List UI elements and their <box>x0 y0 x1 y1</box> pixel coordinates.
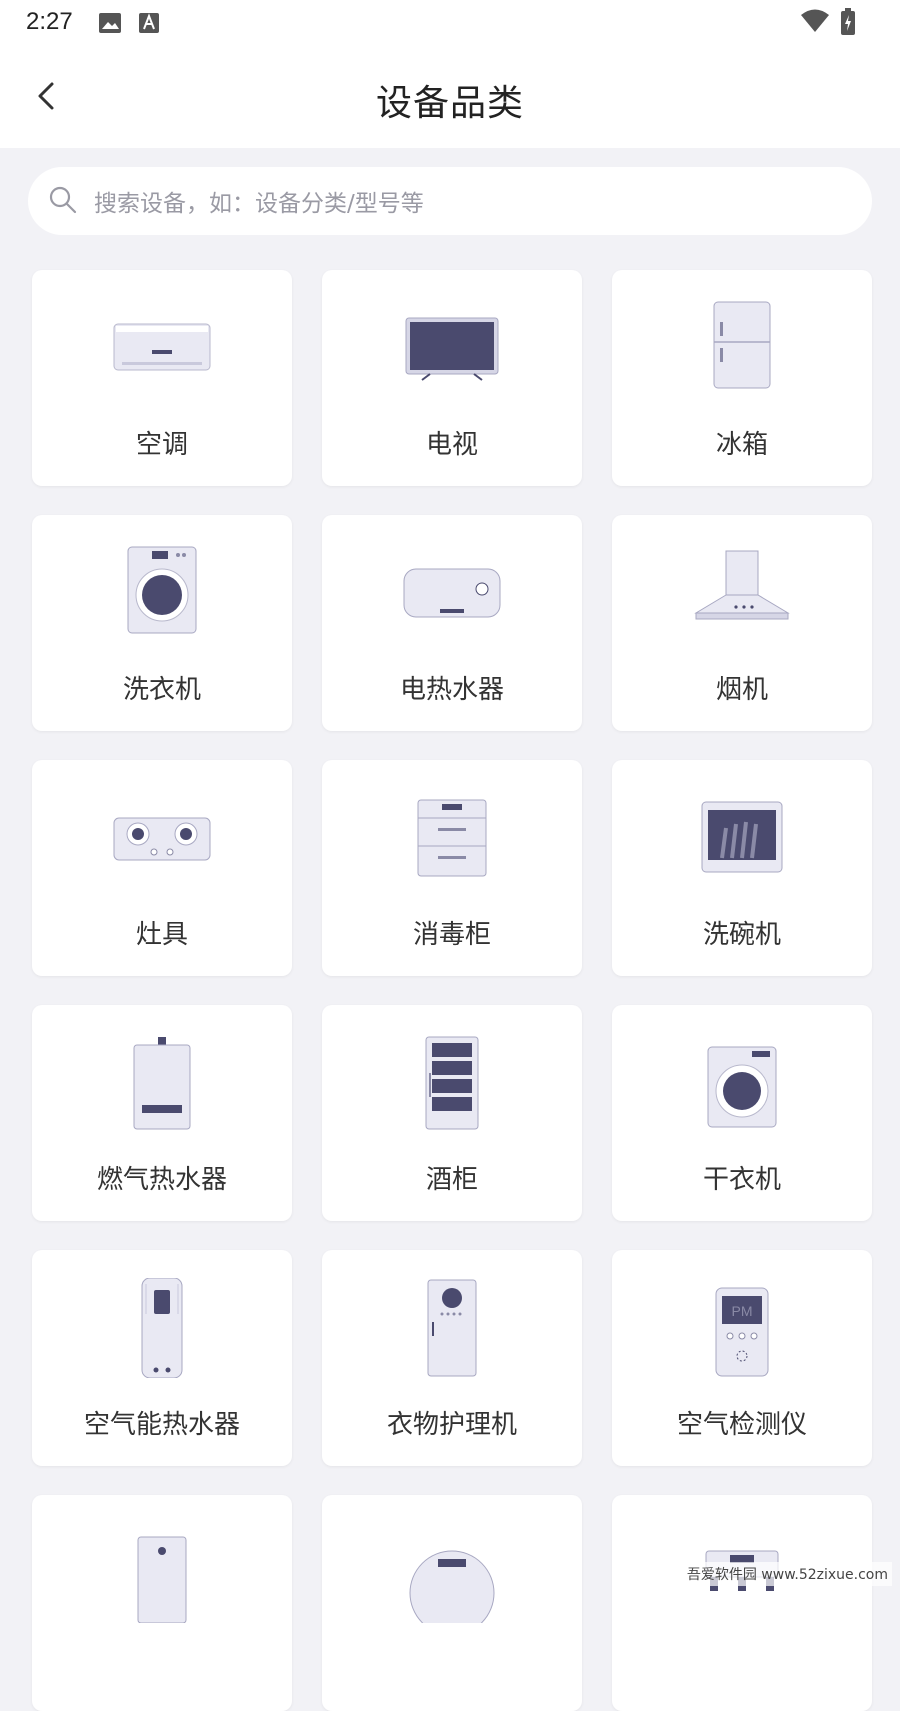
category-card-dishwasher[interactable]: 洗碗机 <box>612 760 872 976</box>
wifi-icon <box>801 9 829 32</box>
category-card-air-energy-water-heater[interactable]: 空气能热水器 <box>32 1250 292 1466</box>
dishwasher-icon <box>701 801 783 873</box>
category-label: 消毒柜 <box>412 920 491 950</box>
fridge-icon <box>713 301 771 389</box>
status-bar: 2:27 <box>0 0 900 48</box>
robot-vacuum-icon <box>409 1550 495 1623</box>
category-label: 空气能热水器 <box>83 1410 240 1440</box>
page-title: 设备品类 <box>375 83 524 124</box>
washing-machine-icon <box>127 546 197 634</box>
battery-icon <box>841 8 855 35</box>
category-card-partial-1[interactable] <box>32 1495 292 1711</box>
air-conditioner-icon <box>113 323 211 371</box>
category-card-tv[interactable]: 电视 <box>322 270 582 486</box>
electric-water-heater-icon <box>403 568 501 618</box>
category-card-partial-2[interactable] <box>322 1495 582 1711</box>
category-label: 电视 <box>425 430 478 460</box>
category-card-dryer[interactable]: 干衣机 <box>612 1005 872 1221</box>
search-placeholder: 搜索设备，如：设备分类/型号等 <box>94 191 424 217</box>
category-label: 洗碗机 <box>702 920 781 950</box>
wine-cabinet-icon <box>425 1036 479 1130</box>
dryer-icon <box>707 1046 777 1128</box>
water-purifier-icon <box>137 1536 187 1623</box>
watermark: 吾爱软件园 www.52zixue.com <box>682 1562 892 1586</box>
category-label: 电热水器 <box>399 675 504 705</box>
category-label: 衣物护理机 <box>386 1410 517 1440</box>
a-notification-icon <box>139 13 159 33</box>
category-label: 烟机 <box>715 675 768 705</box>
gas-water-heater-icon <box>133 1037 191 1130</box>
category-card-range-hood[interactable]: 烟机 <box>612 515 872 731</box>
clothes-care-icon <box>427 1279 477 1377</box>
category-card-air-monitor[interactable]: PM 空气检测仪 <box>612 1250 872 1466</box>
range-hood-icon <box>694 550 790 620</box>
search-icon <box>49 186 77 214</box>
category-card-air-conditioner[interactable]: 空调 <box>32 270 292 486</box>
category-card-clothes-care[interactable]: 衣物护理机 <box>322 1250 582 1466</box>
stove-icon <box>113 817 211 861</box>
search-input[interactable]: 搜索设备，如：设备分类/型号等 <box>28 167 872 235</box>
category-card-washing-machine[interactable]: 洗衣机 <box>32 515 292 731</box>
tv-icon <box>405 317 499 381</box>
category-label: 空气检测仪 <box>676 1410 807 1440</box>
category-label: 干衣机 <box>702 1165 781 1195</box>
category-card-wine-cabinet[interactable]: 酒柜 <box>322 1005 582 1221</box>
category-label: 酒柜 <box>425 1165 478 1195</box>
air-energy-water-heater-icon <box>141 1278 183 1378</box>
category-label: 灶具 <box>135 920 188 950</box>
category-card-partial-3[interactable] <box>612 1495 872 1711</box>
category-label: 空调 <box>135 430 188 460</box>
header: 设备品类 <box>0 48 900 148</box>
category-label: 冰箱 <box>715 430 768 460</box>
category-card-disinfection-cabinet[interactable]: 消毒柜 <box>322 760 582 976</box>
category-card-electric-water-heater[interactable]: 电热水器 <box>322 515 582 731</box>
disinfection-cabinet-icon <box>417 799 487 877</box>
category-card-gas-water-heater[interactable]: 燃气热水器 <box>32 1005 292 1221</box>
category-card-fridge[interactable]: 冰箱 <box>612 270 872 486</box>
status-time: 2:27 <box>26 8 73 35</box>
category-label: 洗衣机 <box>122 675 201 705</box>
category-label: 燃气热水器 <box>96 1165 227 1195</box>
air-monitor-icon: PM <box>715 1287 769 1377</box>
category-card-stove[interactable]: 灶具 <box>32 760 292 976</box>
svg-text:PM: PM <box>732 1303 753 1319</box>
image-notification-icon <box>99 13 121 33</box>
